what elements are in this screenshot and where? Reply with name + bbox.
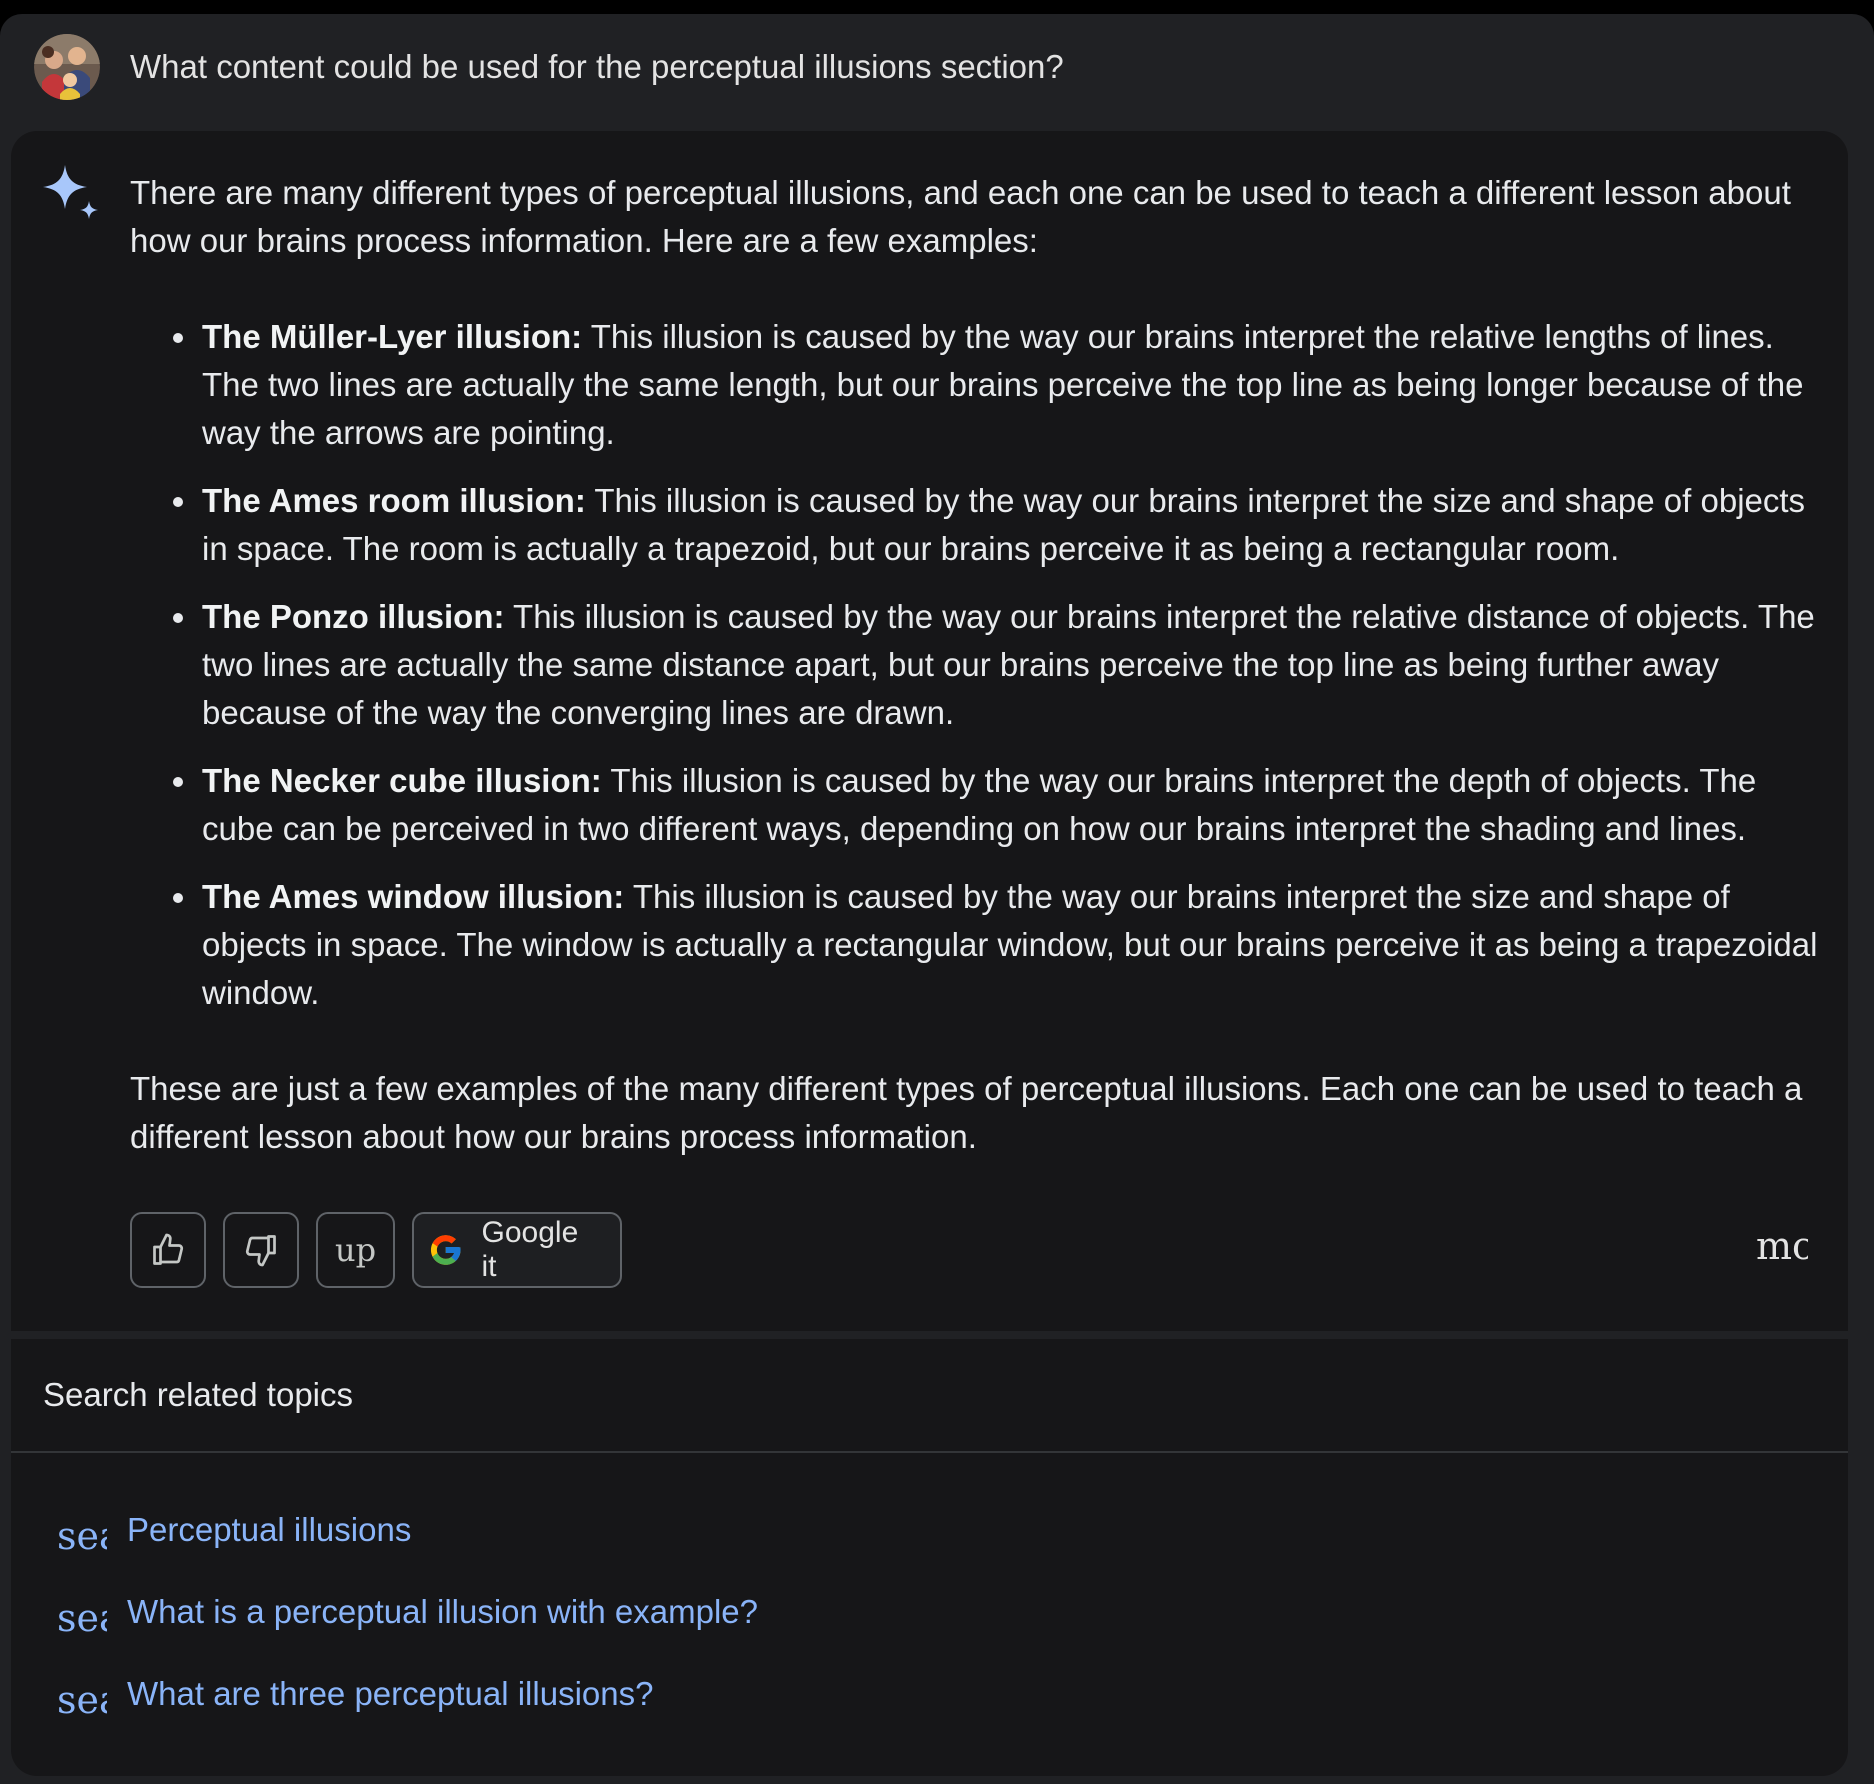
thumbs-down-button[interactable] [223, 1212, 299, 1288]
conversation-page: What content could be used for the perce… [0, 14, 1874, 1784]
list-item: The Necker cube illusion: This illusion … [130, 757, 1830, 853]
sparkle-icon [43, 165, 98, 219]
related-topic-item[interactable]: sea Perceptual illusions [11, 1489, 1848, 1571]
more-options-button[interactable]: mc [1756, 1224, 1808, 1268]
google-it-button[interactable]: Google it [412, 1212, 622, 1288]
related-topics-card: Search related topics sea Perceptual ill… [11, 1339, 1848, 1776]
related-topic-link[interactable]: Perceptual illusions [127, 1511, 411, 1549]
illusion-term: The Necker cube illusion: [202, 762, 602, 799]
up-button[interactable]: up [316, 1212, 395, 1288]
user-prompt-row: What content could be used for the perce… [34, 32, 1064, 102]
search-icon: sea [57, 1514, 107, 1558]
related-topics-header: Search related topics [11, 1339, 1848, 1453]
bullet-icon [173, 333, 183, 343]
search-icon: sea [57, 1596, 107, 1640]
response-intro: There are many different types of percep… [130, 174, 1791, 259]
bullet-icon [173, 497, 183, 507]
illusion-term: The Ames room illusion: [202, 482, 586, 519]
thumb-down-icon [245, 1235, 276, 1267]
google-it-label: Google it [481, 1216, 579, 1283]
related-topic-item[interactable]: sea What is a perceptual illusion with e… [11, 1571, 1848, 1653]
illusion-term: The Ponzo illusion: [202, 598, 505, 635]
list-item: The Müller-Lyer illusion: This illusion … [130, 313, 1830, 457]
response-outro: These are just a few examples of the man… [130, 1070, 1803, 1155]
response-card: There are many different types of percep… [11, 131, 1848, 1331]
related-topic-link[interactable]: What are three perceptual illusions? [127, 1675, 653, 1713]
user-avatar[interactable] [34, 34, 100, 100]
illusion-list: The Müller-Lyer illusion: This illusion … [130, 313, 1830, 1017]
illusion-term: The Müller-Lyer illusion: [202, 318, 583, 355]
response-body: There are many different types of percep… [130, 169, 1830, 1161]
list-item: The Ponzo illusion: This illusion is cau… [130, 593, 1830, 737]
related-topic-link[interactable]: What is a perceptual illusion with examp… [127, 1593, 758, 1631]
list-item: The Ames window illusion: This illusion … [130, 873, 1830, 1017]
response-actions: up Google it [130, 1212, 622, 1292]
bullet-icon [173, 613, 183, 623]
bullet-icon [173, 893, 183, 903]
illusion-term: The Ames window illusion: [202, 878, 625, 915]
bullet-icon [173, 777, 183, 787]
prompt-text: What content could be used for the perce… [130, 48, 1064, 85]
list-item: The Ames room illusion: This illusion is… [130, 477, 1830, 573]
related-topic-item[interactable]: sea What are three perceptual illusions? [11, 1653, 1848, 1735]
search-icon: sea [57, 1678, 107, 1722]
google-logo-icon [430, 1235, 461, 1265]
thumbs-up-button[interactable] [130, 1212, 206, 1288]
thumb-up-icon [153, 1233, 184, 1265]
related-topics-list: sea Perceptual illusions sea What is a p… [11, 1489, 1848, 1735]
